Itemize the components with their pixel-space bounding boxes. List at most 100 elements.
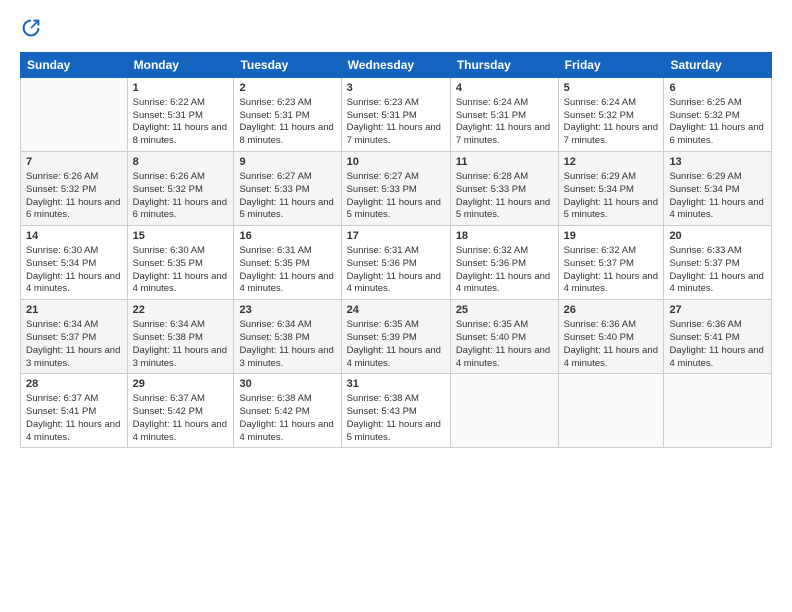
cell-info: Sunrise: 6:34 AMSunset: 5:38 PMDaylight:… [239, 319, 333, 368]
calendar-cell: 7Sunrise: 6:26 AMSunset: 5:32 PMDaylight… [21, 152, 128, 226]
cell-info: Sunrise: 6:27 AMSunset: 5:33 PMDaylight:… [239, 171, 333, 220]
cell-info: Sunrise: 6:34 AMSunset: 5:37 PMDaylight:… [26, 319, 120, 368]
weekday-header-saturday: Saturday [664, 53, 772, 78]
page: SundayMondayTuesdayWednesdayThursdayFrid… [0, 0, 792, 612]
day-number: 10 [347, 155, 445, 170]
cell-info: Sunrise: 6:30 AMSunset: 5:35 PMDaylight:… [133, 245, 227, 294]
day-number: 5 [564, 81, 659, 96]
cell-info: Sunrise: 6:37 AMSunset: 5:41 PMDaylight:… [26, 393, 120, 442]
week-row-5: 28Sunrise: 6:37 AMSunset: 5:41 PMDayligh… [21, 374, 772, 448]
cell-info: Sunrise: 6:36 AMSunset: 5:40 PMDaylight:… [564, 319, 658, 368]
weekday-header-thursday: Thursday [450, 53, 558, 78]
cell-info: Sunrise: 6:38 AMSunset: 5:42 PMDaylight:… [239, 393, 333, 442]
day-number: 6 [669, 81, 766, 96]
day-number: 26 [564, 303, 659, 318]
day-number: 22 [133, 303, 229, 318]
calendar-cell [558, 374, 664, 448]
cell-info: Sunrise: 6:38 AMSunset: 5:43 PMDaylight:… [347, 393, 441, 442]
calendar-cell: 23Sunrise: 6:34 AMSunset: 5:38 PMDayligh… [234, 300, 341, 374]
day-number: 13 [669, 155, 766, 170]
calendar-cell [21, 78, 128, 152]
calendar-cell: 13Sunrise: 6:29 AMSunset: 5:34 PMDayligh… [664, 152, 772, 226]
calendar-cell: 3Sunrise: 6:23 AMSunset: 5:31 PMDaylight… [341, 78, 450, 152]
calendar-cell: 27Sunrise: 6:36 AMSunset: 5:41 PMDayligh… [664, 300, 772, 374]
logo-icon [22, 19, 40, 37]
calendar-cell: 11Sunrise: 6:28 AMSunset: 5:33 PMDayligh… [450, 152, 558, 226]
calendar-cell: 10Sunrise: 6:27 AMSunset: 5:33 PMDayligh… [341, 152, 450, 226]
logo [20, 18, 40, 42]
calendar-cell: 16Sunrise: 6:31 AMSunset: 5:35 PMDayligh… [234, 226, 341, 300]
cell-info: Sunrise: 6:35 AMSunset: 5:39 PMDaylight:… [347, 319, 441, 368]
cell-info: Sunrise: 6:32 AMSunset: 5:36 PMDaylight:… [456, 245, 550, 294]
calendar-cell: 1Sunrise: 6:22 AMSunset: 5:31 PMDaylight… [127, 78, 234, 152]
calendar-cell: 29Sunrise: 6:37 AMSunset: 5:42 PMDayligh… [127, 374, 234, 448]
calendar-cell: 26Sunrise: 6:36 AMSunset: 5:40 PMDayligh… [558, 300, 664, 374]
week-row-2: 7Sunrise: 6:26 AMSunset: 5:32 PMDaylight… [21, 152, 772, 226]
calendar-cell: 18Sunrise: 6:32 AMSunset: 5:36 PMDayligh… [450, 226, 558, 300]
calendar-cell: 24Sunrise: 6:35 AMSunset: 5:39 PMDayligh… [341, 300, 450, 374]
day-number: 31 [347, 377, 445, 392]
day-number: 23 [239, 303, 335, 318]
weekday-header-tuesday: Tuesday [234, 53, 341, 78]
week-row-3: 14Sunrise: 6:30 AMSunset: 5:34 PMDayligh… [21, 226, 772, 300]
calendar-cell: 8Sunrise: 6:26 AMSunset: 5:32 PMDaylight… [127, 152, 234, 226]
cell-info: Sunrise: 6:33 AMSunset: 5:37 PMDaylight:… [669, 245, 763, 294]
cell-info: Sunrise: 6:31 AMSunset: 5:35 PMDaylight:… [239, 245, 333, 294]
calendar-cell: 4Sunrise: 6:24 AMSunset: 5:31 PMDaylight… [450, 78, 558, 152]
day-number: 4 [456, 81, 553, 96]
calendar-cell: 25Sunrise: 6:35 AMSunset: 5:40 PMDayligh… [450, 300, 558, 374]
cell-info: Sunrise: 6:27 AMSunset: 5:33 PMDaylight:… [347, 171, 441, 220]
calendar-cell: 9Sunrise: 6:27 AMSunset: 5:33 PMDaylight… [234, 152, 341, 226]
day-number: 15 [133, 229, 229, 244]
calendar-cell: 28Sunrise: 6:37 AMSunset: 5:41 PMDayligh… [21, 374, 128, 448]
calendar-cell [664, 374, 772, 448]
cell-info: Sunrise: 6:24 AMSunset: 5:31 PMDaylight:… [456, 97, 550, 146]
weekday-header-monday: Monday [127, 53, 234, 78]
cell-info: Sunrise: 6:22 AMSunset: 5:31 PMDaylight:… [133, 97, 227, 146]
day-number: 24 [347, 303, 445, 318]
calendar-cell: 21Sunrise: 6:34 AMSunset: 5:37 PMDayligh… [21, 300, 128, 374]
day-number: 3 [347, 81, 445, 96]
cell-info: Sunrise: 6:23 AMSunset: 5:31 PMDaylight:… [239, 97, 333, 146]
cell-info: Sunrise: 6:25 AMSunset: 5:32 PMDaylight:… [669, 97, 763, 146]
week-row-4: 21Sunrise: 6:34 AMSunset: 5:37 PMDayligh… [21, 300, 772, 374]
cell-info: Sunrise: 6:31 AMSunset: 5:36 PMDaylight:… [347, 245, 441, 294]
day-number: 29 [133, 377, 229, 392]
day-number: 19 [564, 229, 659, 244]
calendar-cell: 20Sunrise: 6:33 AMSunset: 5:37 PMDayligh… [664, 226, 772, 300]
day-number: 14 [26, 229, 122, 244]
calendar-cell: 15Sunrise: 6:30 AMSunset: 5:35 PMDayligh… [127, 226, 234, 300]
cell-info: Sunrise: 6:26 AMSunset: 5:32 PMDaylight:… [133, 171, 227, 220]
cell-info: Sunrise: 6:29 AMSunset: 5:34 PMDaylight:… [564, 171, 658, 220]
cell-info: Sunrise: 6:32 AMSunset: 5:37 PMDaylight:… [564, 245, 658, 294]
weekday-header-wednesday: Wednesday [341, 53, 450, 78]
cell-info: Sunrise: 6:37 AMSunset: 5:42 PMDaylight:… [133, 393, 227, 442]
weekday-header-row: SundayMondayTuesdayWednesdayThursdayFrid… [21, 53, 772, 78]
day-number: 1 [133, 81, 229, 96]
cell-info: Sunrise: 6:26 AMSunset: 5:32 PMDaylight:… [26, 171, 120, 220]
day-number: 12 [564, 155, 659, 170]
calendar-cell: 31Sunrise: 6:38 AMSunset: 5:43 PMDayligh… [341, 374, 450, 448]
calendar-cell: 22Sunrise: 6:34 AMSunset: 5:38 PMDayligh… [127, 300, 234, 374]
day-number: 17 [347, 229, 445, 244]
cell-info: Sunrise: 6:24 AMSunset: 5:32 PMDaylight:… [564, 97, 658, 146]
cell-info: Sunrise: 6:23 AMSunset: 5:31 PMDaylight:… [347, 97, 441, 146]
day-number: 27 [669, 303, 766, 318]
cell-info: Sunrise: 6:35 AMSunset: 5:40 PMDaylight:… [456, 319, 550, 368]
day-number: 11 [456, 155, 553, 170]
day-number: 8 [133, 155, 229, 170]
calendar-table: SundayMondayTuesdayWednesdayThursdayFrid… [20, 52, 772, 448]
calendar-cell: 19Sunrise: 6:32 AMSunset: 5:37 PMDayligh… [558, 226, 664, 300]
cell-info: Sunrise: 6:30 AMSunset: 5:34 PMDaylight:… [26, 245, 120, 294]
cell-info: Sunrise: 6:36 AMSunset: 5:41 PMDaylight:… [669, 319, 763, 368]
weekday-header-sunday: Sunday [21, 53, 128, 78]
day-number: 16 [239, 229, 335, 244]
calendar-cell [450, 374, 558, 448]
day-number: 2 [239, 81, 335, 96]
calendar-cell: 30Sunrise: 6:38 AMSunset: 5:42 PMDayligh… [234, 374, 341, 448]
day-number: 28 [26, 377, 122, 392]
calendar-cell: 6Sunrise: 6:25 AMSunset: 5:32 PMDaylight… [664, 78, 772, 152]
day-number: 25 [456, 303, 553, 318]
calendar-cell: 17Sunrise: 6:31 AMSunset: 5:36 PMDayligh… [341, 226, 450, 300]
cell-info: Sunrise: 6:34 AMSunset: 5:38 PMDaylight:… [133, 319, 227, 368]
